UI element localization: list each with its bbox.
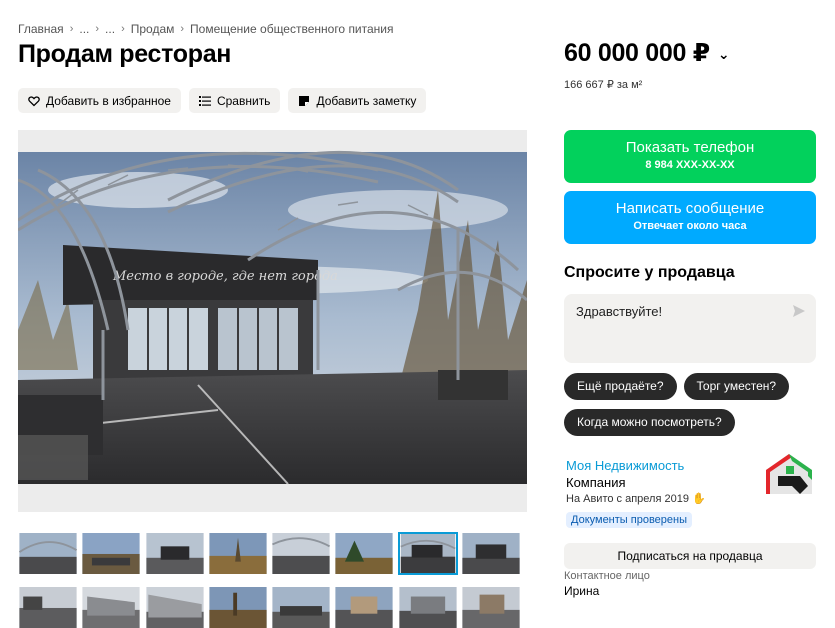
photo-thumbnail[interactable] <box>398 586 458 628</box>
photo-thumbnail[interactable] <box>145 586 205 628</box>
photo-thumbnail[interactable] <box>145 532 205 575</box>
photo-thumbnail[interactable] <box>334 586 394 628</box>
heart-icon <box>28 95 40 107</box>
photo-thumbnail[interactable] <box>208 586 268 628</box>
quick-question-chip[interactable]: Торг уместен? <box>683 373 790 400</box>
photo-thumbnail[interactable] <box>18 532 78 575</box>
write-message-label: Написать сообщение <box>615 200 765 217</box>
chevron-right-icon: › <box>180 23 185 35</box>
seller-type: Компания <box>566 475 626 490</box>
chevron-right-icon: › <box>95 23 100 35</box>
price-value: 60 000 000 ₽ <box>564 39 710 67</box>
chevron-right-icon: › <box>121 23 125 35</box>
quick-question-chip[interactable]: Ещё продаёте? <box>564 373 677 400</box>
page-title: Продам ресторан <box>18 40 232 68</box>
breadcrumb: Главная › ... › ... › Продам › Помещение… <box>18 22 394 36</box>
photo-thumbnail[interactable] <box>334 532 394 575</box>
response-time: Отвечает около часа <box>633 220 747 232</box>
send-icon[interactable] <box>792 304 806 318</box>
write-message-button[interactable]: Написать сообщение Отвечает около часа <box>564 191 816 244</box>
photo-thumbnails <box>18 532 520 628</box>
compare-label: Сравнить <box>216 93 271 108</box>
photo-thumbnail[interactable] <box>81 532 141 575</box>
seller-name-link[interactable]: Моя Недвижимость <box>566 458 684 473</box>
photo-thumbnail[interactable] <box>81 586 141 628</box>
photo-thumbnail[interactable] <box>461 586 521 628</box>
building-sign-text: Место в городе, где нет города <box>112 269 338 284</box>
seller-logo[interactable] <box>762 452 816 496</box>
photo-thumbnail[interactable] <box>271 586 331 628</box>
compare-button[interactable]: Сравнить <box>188 88 281 113</box>
breadcrumb-collapsed-2[interactable]: ... <box>105 22 115 36</box>
show-phone-button[interactable]: Показать телефон 8 984 XXX-XX-XX <box>564 130 816 183</box>
ask-seller-input[interactable]: Здравствуйте! <box>564 294 816 363</box>
add-note-button[interactable]: Добавить заметку <box>288 88 427 113</box>
add-note-label: Добавить заметку <box>316 93 417 108</box>
contact-person-label: Контактное лицо <box>564 570 650 582</box>
show-phone-label: Показать телефон <box>625 139 755 156</box>
subscribe-to-seller-button[interactable]: Подписаться на продавца <box>564 543 816 569</box>
photo-thumbnail[interactable] <box>208 532 268 575</box>
quick-questions: Ещё продаёте? Торг уместен? Когда можно … <box>564 373 816 436</box>
documents-verified-badge: Документы проверены <box>566 512 693 528</box>
chevron-down-icon[interactable]: ⌄ <box>718 46 730 63</box>
note-icon <box>298 95 310 107</box>
breadcrumb-sell[interactable]: Продам <box>131 22 175 36</box>
compare-icon <box>198 95 211 107</box>
price-per-square-meter: 166 667 ₽ за м² <box>564 79 643 91</box>
seller-since: На Авито с апреля 2019 ✋ <box>566 493 706 505</box>
chevron-right-icon: › <box>69 23 74 35</box>
ask-seller-title: Спросите у продавца <box>564 264 735 281</box>
breadcrumb-home[interactable]: Главная <box>18 22 64 36</box>
listing-actions: Добавить в избранное Сравнить Добавить з… <box>18 88 427 113</box>
breadcrumb-category[interactable]: Помещение общественного питания <box>190 22 393 36</box>
photo-thumbnail[interactable] <box>271 532 331 575</box>
quick-question-chip[interactable]: Когда можно посмотреть? <box>564 409 735 436</box>
breadcrumb-collapsed-1[interactable]: ... <box>79 22 89 36</box>
price[interactable]: 60 000 000 ₽ ⌄ <box>564 38 730 68</box>
contact-person-name: Ирина <box>564 584 600 598</box>
add-to-favorites-button[interactable]: Добавить в избранное <box>18 88 181 113</box>
price-block: 60 000 000 ₽ ⌄ 166 667 ₽ за м² <box>564 38 730 91</box>
photo-thumbnail-active[interactable] <box>397 532 458 575</box>
phone-number-masked: 8 984 XXX-XX-XX <box>645 159 735 171</box>
ask-seller-input-value: Здравствуйте! <box>576 304 663 319</box>
photo-thumbnail[interactable] <box>461 532 521 575</box>
main-photo[interactable]: Место в городе, где нет города <box>18 130 527 512</box>
medal-icon: ✋ <box>692 493 706 505</box>
photo-thumbnail[interactable] <box>18 586 78 628</box>
add-to-favorites-label: Добавить в избранное <box>46 93 171 108</box>
